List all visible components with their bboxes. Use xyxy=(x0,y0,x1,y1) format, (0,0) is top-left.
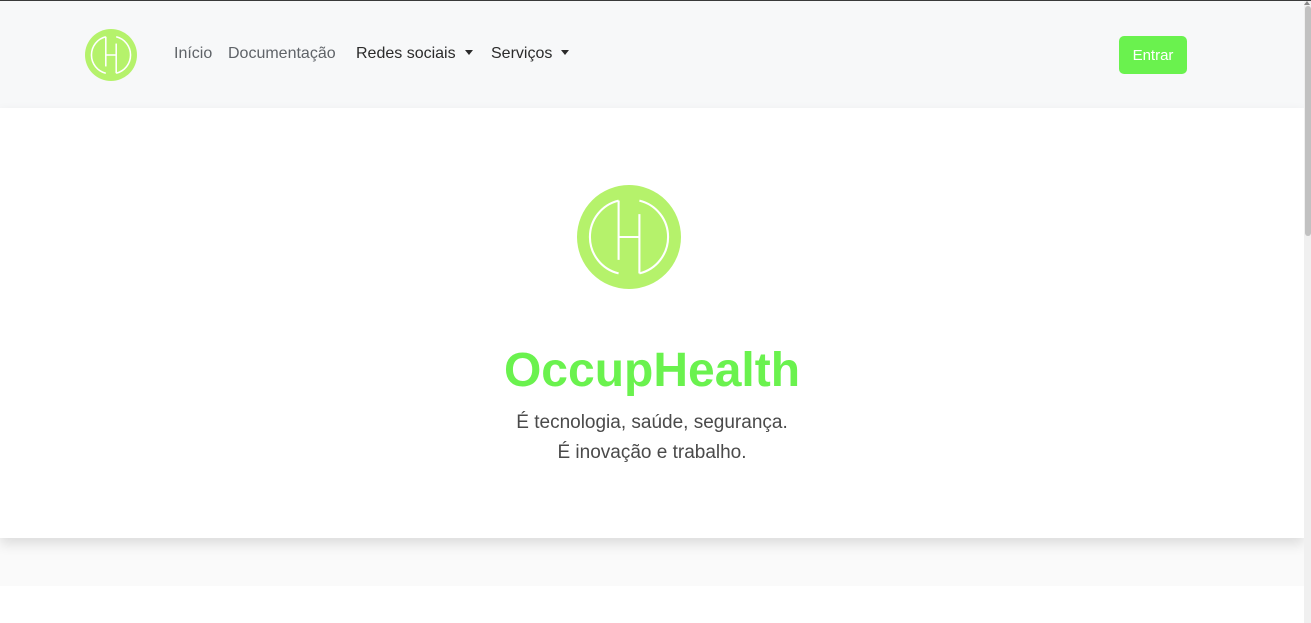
page: Início Documentação Redes sociais Serviç… xyxy=(0,0,1311,623)
scrollbar-thumb[interactable] xyxy=(1305,6,1311,236)
caret-down-icon xyxy=(561,50,570,55)
hero-title: OccupHealth xyxy=(503,344,801,397)
nav-link-inicio[interactable]: Início xyxy=(174,45,212,63)
hero-subtitle-line1: É tecnologia, saúde, segurança. xyxy=(516,412,788,433)
caret-down-icon xyxy=(464,50,473,55)
nav-dropdown-label: Redes sociais xyxy=(356,45,456,62)
next-section xyxy=(0,586,1304,623)
occuphealth-logo-icon xyxy=(577,185,681,289)
occuphealth-logo-icon[interactable] xyxy=(85,29,137,81)
scroll-up-icon[interactable] xyxy=(1304,1,1310,5)
navbar: Início Documentação Redes sociais Serviç… xyxy=(0,1,1304,108)
nav-link-documentacao[interactable]: Documentação xyxy=(228,45,336,63)
vertical-scrollbar[interactable] xyxy=(1304,1,1311,623)
login-button[interactable]: Entrar xyxy=(1119,36,1187,74)
nav-dropdown-redes-sociais[interactable]: Redes sociais xyxy=(356,45,473,63)
nav-dropdown-servicos[interactable]: Serviços xyxy=(491,45,570,63)
nav-dropdown-label: Serviços xyxy=(491,45,553,62)
hero-subtitle-line2: É inovação e trabalho. xyxy=(557,442,747,463)
hero-section: OccupHealth É tecnologia, saúde, seguran… xyxy=(0,108,1304,538)
